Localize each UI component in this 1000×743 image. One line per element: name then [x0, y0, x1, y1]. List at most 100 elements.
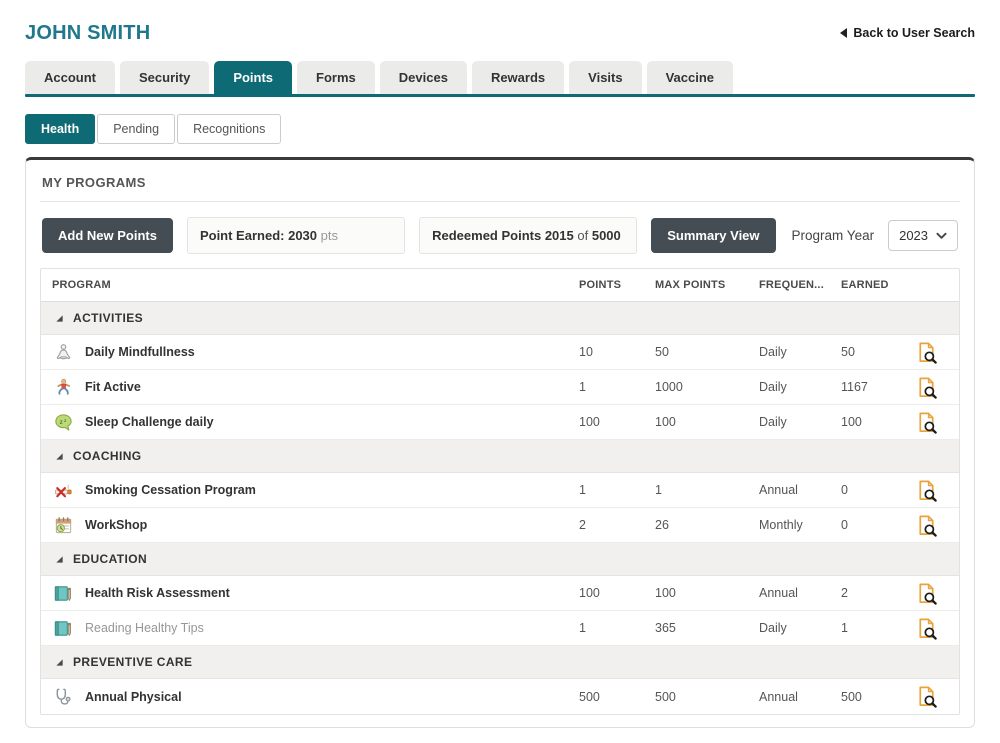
table-row: Reading Healthy Tips 1 365 Daily 1	[41, 611, 959, 646]
table-row: WorkShop 2 26 Monthly 0	[41, 508, 959, 543]
tab-security[interactable]: Security	[120, 61, 209, 94]
program-cell: Daily Mindfullness	[41, 341, 579, 363]
max-points-cell: 1	[655, 483, 759, 497]
max-points-cell: 365	[655, 621, 759, 635]
tab-visits[interactable]: Visits	[569, 61, 641, 94]
frequency-cell: Daily	[759, 380, 841, 394]
program-name: WorkShop	[85, 518, 147, 532]
tab-devices[interactable]: Devices	[380, 61, 467, 94]
view-details-button[interactable]	[915, 582, 938, 605]
table-row: Sleep Challenge daily 100 100 Daily 100	[41, 405, 959, 440]
earned-cell: 0	[841, 483, 915, 497]
tab-points[interactable]: Points	[214, 61, 292, 94]
tab-rewards[interactable]: Rewards	[472, 61, 564, 94]
points-cell: 2	[579, 518, 655, 532]
program-year-label: Program Year	[792, 228, 875, 243]
column-header-points: POINTS	[579, 279, 655, 291]
points-earned-label: Point Earned:	[200, 228, 285, 243]
view-details-button[interactable]	[915, 411, 938, 434]
earned-cell: 50	[841, 345, 915, 359]
back-link-label: Back to User Search	[853, 26, 975, 40]
max-points-cell: 26	[655, 518, 759, 532]
program-cell: Sleep Challenge daily	[41, 411, 579, 433]
program-cell: Annual Physical	[41, 686, 579, 708]
group-header-row[interactable]: ACTIVITIES	[41, 302, 959, 335]
group-header-row[interactable]: EDUCATION	[41, 543, 959, 576]
subtab-health[interactable]: Health	[25, 114, 95, 144]
group-header-row[interactable]: COACHING	[41, 440, 959, 473]
program-cell: WorkShop	[41, 514, 579, 536]
frequency-cell: Daily	[759, 621, 841, 635]
view-details-button[interactable]	[915, 479, 938, 502]
column-header-program: PROGRAM	[41, 279, 579, 291]
points-cell: 1	[579, 380, 655, 394]
group-header-row[interactable]: PREVENTIVE CARE	[41, 646, 959, 679]
frequency-cell: Annual	[759, 483, 841, 497]
program-cell: Fit Active	[41, 376, 579, 398]
subtab-recognitions[interactable]: Recognitions	[177, 114, 281, 144]
toolbar: Add New Points Point Earned: 2030 pts Re…	[42, 217, 958, 254]
fitness-icon	[52, 376, 74, 398]
action-cell	[915, 617, 959, 640]
earned-cell: 500	[841, 690, 915, 704]
document-search-icon	[915, 514, 938, 537]
action-cell	[915, 582, 959, 605]
view-details-button[interactable]	[915, 514, 938, 537]
action-cell	[915, 514, 959, 537]
document-search-icon	[915, 411, 938, 434]
meditation-icon	[52, 341, 74, 363]
program-year-select[interactable]: 2023	[888, 220, 958, 251]
tab-underline	[25, 94, 975, 97]
program-cell: Reading Healthy Tips	[41, 617, 579, 639]
document-search-icon	[915, 341, 938, 364]
view-details-button[interactable]	[915, 341, 938, 364]
book-icon	[52, 582, 74, 604]
table-row: Fit Active 1 1000 Daily 1167	[41, 370, 959, 405]
topbar: JOHN SMITH Back to User Search	[25, 0, 975, 45]
action-cell	[915, 376, 959, 399]
redeemed-points-box: Redeemed Points 2015 of 5000	[419, 217, 637, 254]
programs-table: PROGRAM POINTS MAX POINTS FREQUEN... EAR…	[40, 268, 960, 715]
sub-tabs: Health Pending Recognitions	[25, 114, 975, 144]
tab-account[interactable]: Account	[25, 61, 115, 94]
table-body: ACTIVITIES Daily Mindfullness 10 50 Dail…	[41, 302, 959, 714]
document-search-icon	[915, 479, 938, 502]
view-details-button[interactable]	[915, 617, 938, 640]
max-points-cell: 100	[655, 415, 759, 429]
tab-forms[interactable]: Forms	[297, 61, 375, 94]
points-cell: 100	[579, 586, 655, 600]
program-cell: Health Risk Assessment	[41, 582, 579, 604]
earned-cell: 0	[841, 518, 915, 532]
action-cell	[915, 479, 959, 502]
no-smoking-icon	[52, 479, 74, 501]
panel-title: MY PROGRAMS	[40, 173, 960, 202]
subtab-pending[interactable]: Pending	[97, 114, 175, 144]
program-name: Fit Active	[85, 380, 141, 394]
summary-view-button[interactable]: Summary View	[651, 218, 775, 253]
program-name: Smoking Cessation Program	[85, 483, 256, 497]
frequency-cell: Annual	[759, 690, 841, 704]
earned-cell: 2	[841, 586, 915, 600]
table-row: Annual Physical 500 500 Annual 500	[41, 679, 959, 714]
earned-cell: 1167	[841, 380, 915, 394]
tab-vaccine[interactable]: Vaccine	[647, 61, 733, 94]
frequency-cell: Daily	[759, 415, 841, 429]
points-earned-unit: pts	[321, 228, 338, 243]
action-cell	[915, 411, 959, 434]
back-to-user-search-link[interactable]: Back to User Search	[840, 26, 975, 40]
group-label: EDUCATION	[73, 552, 147, 566]
table-row: Daily Mindfullness 10 50 Daily 50	[41, 335, 959, 370]
action-cell	[915, 341, 959, 364]
table-row: Smoking Cessation Program 1 1 Annual 0	[41, 473, 959, 508]
redeemed-label: Redeemed Points	[432, 228, 541, 243]
add-new-points-button[interactable]: Add New Points	[42, 218, 173, 253]
group-label: ACTIVITIES	[73, 311, 143, 325]
collapse-triangle-icon	[55, 314, 64, 323]
program-name: Daily Mindfullness	[85, 345, 195, 359]
points-cell: 10	[579, 345, 655, 359]
redeemed-value: 2015	[545, 228, 574, 243]
view-details-button[interactable]	[915, 685, 938, 708]
document-search-icon	[915, 617, 938, 640]
column-header-frequency: FREQUEN...	[759, 279, 841, 291]
view-details-button[interactable]	[915, 376, 938, 399]
